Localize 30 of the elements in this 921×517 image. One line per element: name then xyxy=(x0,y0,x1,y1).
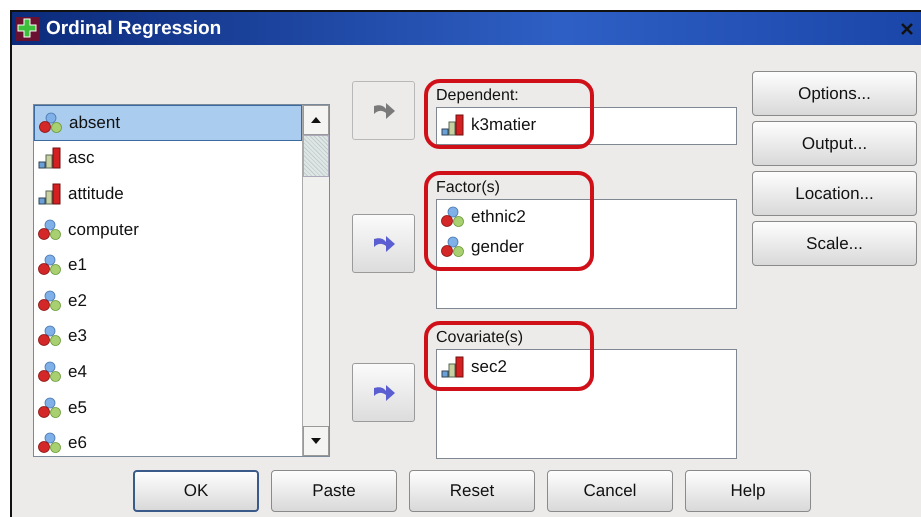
variable-item[interactable]: asc xyxy=(34,140,302,176)
variable-item[interactable]: e3 xyxy=(34,318,302,354)
target-item[interactable]: gender xyxy=(437,232,736,262)
target-item[interactable]: sec2 xyxy=(437,352,736,382)
dialog-button[interactable]: Location... xyxy=(752,171,917,216)
variable-item[interactable]: e2 xyxy=(34,282,302,319)
variable-item[interactable]: e4 xyxy=(34,354,302,390)
dialog-button[interactable]: Options... xyxy=(752,71,917,116)
dialog-button[interactable]: Paste xyxy=(271,470,397,512)
target-label: Covariate(s) xyxy=(436,329,524,348)
target-label: Dependent: xyxy=(436,87,520,106)
target-item[interactable]: ethnic2 xyxy=(437,202,736,232)
dialog-button[interactable]: Reset xyxy=(409,470,535,512)
dialog-button[interactable]: OK xyxy=(133,470,259,512)
window-title: Ordinal Regression xyxy=(46,18,222,40)
dialog-button[interactable]: Output... xyxy=(752,121,917,166)
variable-item[interactable]: absent xyxy=(34,105,302,141)
variable-item[interactable]: e6 xyxy=(34,425,302,456)
target-item[interactable]: k3matier xyxy=(437,110,736,140)
dependent-field[interactable]: k3matier xyxy=(436,107,737,145)
dialog-button[interactable]: Scale... xyxy=(752,221,917,266)
variable-item[interactable]: attitude xyxy=(34,176,302,212)
variable-item[interactable]: computer xyxy=(34,212,302,248)
dialog-button[interactable]: Help xyxy=(685,470,811,512)
variable-item[interactable]: e5 xyxy=(34,390,302,426)
target-label: Factor(s) xyxy=(436,179,501,198)
target-list[interactable]: ethnic2 gender xyxy=(436,199,737,309)
variable-item[interactable]: e1 xyxy=(34,247,302,283)
dialog-button[interactable]: Cancel xyxy=(547,470,673,512)
target-list[interactable]: sec2 xyxy=(436,349,737,459)
